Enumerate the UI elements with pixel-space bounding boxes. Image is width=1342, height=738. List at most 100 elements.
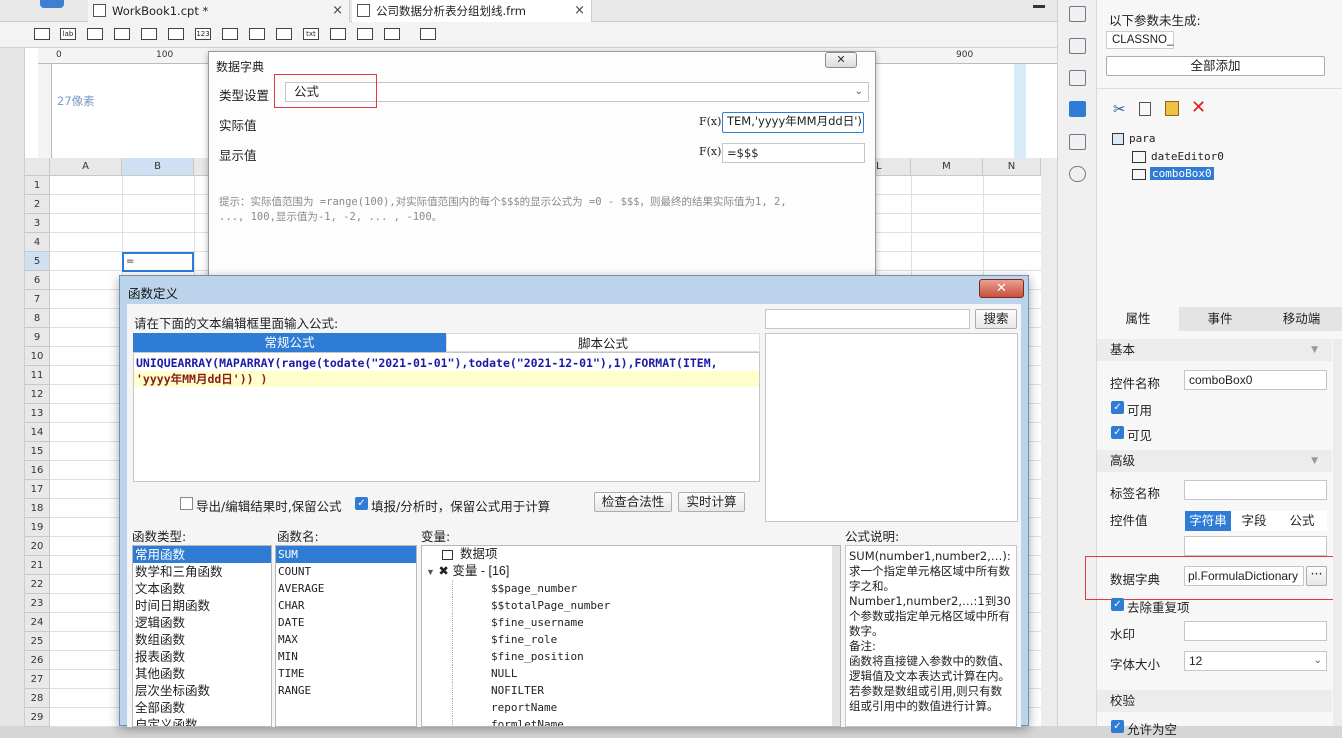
actual-value-input[interactable]: TEM,'yyyy年MM月dd日')): [722, 112, 864, 133]
variable-item[interactable]: $fine_role: [452, 631, 840, 648]
row-header[interactable]: 27: [25, 670, 50, 689]
grid-scrollbar[interactable]: [1041, 158, 1057, 726]
function-type-item[interactable]: 报表函数: [133, 648, 271, 665]
visible-checkbox[interactable]: ✓: [1111, 426, 1124, 439]
value-tab-field[interactable]: 字段: [1231, 511, 1277, 531]
row-header[interactable]: 3: [25, 214, 50, 233]
variable-item[interactable]: $$page_number: [452, 580, 840, 597]
function-type-item[interactable]: 数学和三角函数: [133, 563, 271, 580]
allow-empty-checkbox[interactable]: ✓: [1111, 720, 1124, 733]
row-header[interactable]: 12: [25, 385, 50, 404]
ctrl-name-input[interactable]: comboBox0: [1184, 370, 1327, 390]
function-type-item[interactable]: 文本函数: [133, 580, 271, 597]
textbox-icon[interactable]: [34, 28, 50, 40]
actual-fx-icon[interactable]: F(x): [699, 115, 721, 128]
tab-events[interactable]: 事件: [1179, 307, 1261, 331]
function-type-item[interactable]: 时间日期函数: [133, 597, 271, 614]
button-icon[interactable]: [87, 28, 103, 40]
variable-item[interactable]: $$totalPage_number: [452, 597, 840, 614]
row-header[interactable]: 19: [25, 518, 50, 537]
function-name-item[interactable]: RANGE: [276, 682, 416, 699]
check-validity-button[interactable]: 检查合法性: [594, 492, 672, 512]
row-header[interactable]: 29: [25, 708, 50, 727]
variable-item[interactable]: NULL: [452, 665, 840, 682]
function-type-item[interactable]: 全部函数: [133, 699, 271, 716]
function-name-item[interactable]: CHAR: [276, 597, 416, 614]
row-header[interactable]: 18: [25, 499, 50, 518]
fill-keep-checkbox[interactable]: ✓: [355, 497, 368, 510]
display-fx-icon[interactable]: F(x): [699, 145, 721, 158]
panel-scrollbar[interactable]: [1333, 339, 1342, 726]
row-header[interactable]: 16: [25, 461, 50, 480]
table-icon[interactable]: [168, 28, 184, 40]
formula-editor[interactable]: UNIQUEARRAY(MAPARRAY(range(todate("2021-…: [133, 352, 760, 482]
display-value-input[interactable]: =$$$: [722, 143, 865, 163]
checkbox-icon[interactable]: [357, 28, 373, 40]
value-tab-string[interactable]: 字符串: [1185, 511, 1231, 531]
row-header[interactable]: 2: [25, 195, 50, 214]
tree-group-variables[interactable]: ▼ ✖ 变量 - [16]: [422, 563, 840, 580]
tab-regular-formula[interactable]: 常规公式: [133, 333, 446, 352]
column-header-a[interactable]: A: [50, 158, 122, 176]
row-header[interactable]: 6: [25, 271, 50, 290]
left-collapse-strip[interactable]: [0, 48, 25, 726]
number-icon[interactable]: 123: [195, 28, 211, 40]
function-type-item[interactable]: 逻辑函数: [133, 614, 271, 631]
widget-library-icon[interactable]: [1069, 38, 1086, 54]
delete-icon[interactable]: ✕: [1191, 97, 1206, 118]
row-header[interactable]: 15: [25, 442, 50, 461]
combobox-icon[interactable]: [114, 28, 130, 40]
app-logo-icon[interactable]: [40, 0, 64, 8]
dedupe-checkbox[interactable]: ✓: [1111, 598, 1124, 611]
close-icon[interactable]: ✕: [979, 279, 1024, 298]
layout-icon[interactable]: [1069, 6, 1086, 22]
list-icon[interactable]: [141, 28, 157, 40]
function-type-item[interactable]: 其他函数: [133, 665, 271, 682]
section-verify[interactable]: 校验: [1097, 690, 1332, 712]
variable-item[interactable]: $fine_username: [452, 614, 840, 631]
function-type-item[interactable]: 数组函数: [133, 631, 271, 648]
column-header-b[interactable]: B: [122, 158, 194, 176]
tree-item-combobox[interactable]: comboBox0: [1150, 167, 1214, 180]
function-name-list[interactable]: SUM COUNT AVERAGE CHAR DATE MAX MIN TIME RANGE: [275, 545, 417, 727]
close-icon[interactable]: ×: [574, 0, 585, 22]
link-icon[interactable]: [1069, 166, 1086, 182]
search-input[interactable]: [765, 309, 970, 329]
function-type-item[interactable]: 层次坐标函数: [133, 682, 271, 699]
variable-item[interactable]: reportName: [452, 699, 840, 716]
row-header[interactable]: 4: [25, 233, 50, 252]
column-header-n[interactable]: N: [983, 158, 1041, 176]
row-header[interactable]: 8: [25, 309, 50, 328]
function-type-item[interactable]: 自定义函数: [133, 716, 271, 726]
checkbox-group-icon[interactable]: [276, 28, 292, 40]
tag-name-input[interactable]: [1184, 480, 1327, 500]
tab-mobile[interactable]: 移动端: [1261, 307, 1342, 331]
row-header[interactable]: 23: [25, 594, 50, 613]
column-header-l[interactable]: L: [874, 158, 911, 176]
row-header[interactable]: 5: [25, 252, 50, 271]
ctrl-value-input[interactable]: [1184, 536, 1327, 556]
function-name-item[interactable]: COUNT: [276, 563, 416, 580]
frame-icon[interactable]: [1069, 70, 1086, 86]
row-header[interactable]: 7: [25, 290, 50, 309]
row-header[interactable]: 11: [25, 366, 50, 385]
radio-group-icon[interactable]: [249, 28, 265, 40]
function-name-item[interactable]: DATE: [276, 614, 416, 631]
dialog-close-button[interactable]: ✕: [825, 52, 857, 68]
label-icon[interactable]: lab: [60, 28, 76, 40]
tab-frm[interactable]: 公司数据分析表分组划线.frm ×: [352, 0, 592, 22]
tree-root[interactable]: para: [1129, 132, 1156, 145]
function-type-item[interactable]: 常用函数: [133, 546, 271, 563]
corner-cell[interactable]: [25, 158, 50, 176]
row-header[interactable]: 13: [25, 404, 50, 423]
row-header[interactable]: 26: [25, 651, 50, 670]
tab-script-formula[interactable]: 脚本公式: [446, 333, 760, 352]
add-all-button[interactable]: 全部添加: [1106, 56, 1325, 76]
cut-icon[interactable]: ✂: [1113, 100, 1126, 118]
text-area-icon[interactable]: [222, 28, 238, 40]
row-header[interactable]: 24: [25, 613, 50, 632]
row-header[interactable]: 21: [25, 556, 50, 575]
function-type-list[interactable]: 常用函数 数学和三角函数 文本函数 时间日期函数 逻辑函数 数组函数 报表函数 其他函数 层次坐…: [132, 545, 272, 727]
row-header[interactable]: 17: [25, 480, 50, 499]
function-name-item[interactable]: TIME: [276, 665, 416, 682]
